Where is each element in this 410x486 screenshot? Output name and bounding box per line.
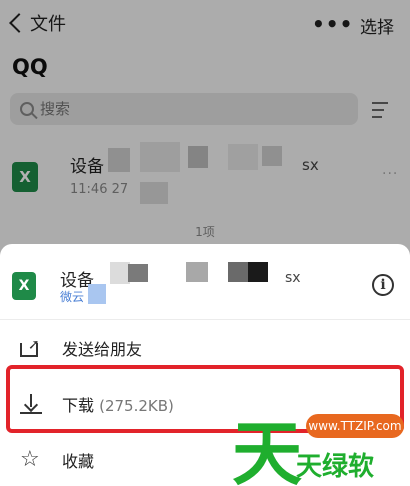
selected-file-header: X 设备 sx 微云 i xyxy=(0,244,410,320)
star-icon: ☆ xyxy=(20,447,40,472)
selected-file-extension: sx xyxy=(285,270,301,286)
redaction-block xyxy=(88,284,106,304)
redaction-block xyxy=(110,262,130,284)
redaction-block xyxy=(186,262,208,282)
send-to-friend-label: 发送给朋友 xyxy=(62,340,143,359)
watermark-brand: 天绿软 xyxy=(296,452,375,482)
share-icon: ➚ xyxy=(20,337,42,359)
redaction-block xyxy=(228,262,248,282)
file-info-button[interactable]: i xyxy=(372,274,394,296)
redaction-block xyxy=(248,262,268,282)
watermark-logo-char: 天 xyxy=(232,413,302,486)
watermark-url: www.TTZIP.com xyxy=(306,414,404,438)
excel-file-icon: X xyxy=(12,272,36,300)
file-source-label: 微云 xyxy=(60,290,85,304)
redaction-block xyxy=(128,264,148,282)
favorite-label: 收藏 xyxy=(62,452,95,471)
